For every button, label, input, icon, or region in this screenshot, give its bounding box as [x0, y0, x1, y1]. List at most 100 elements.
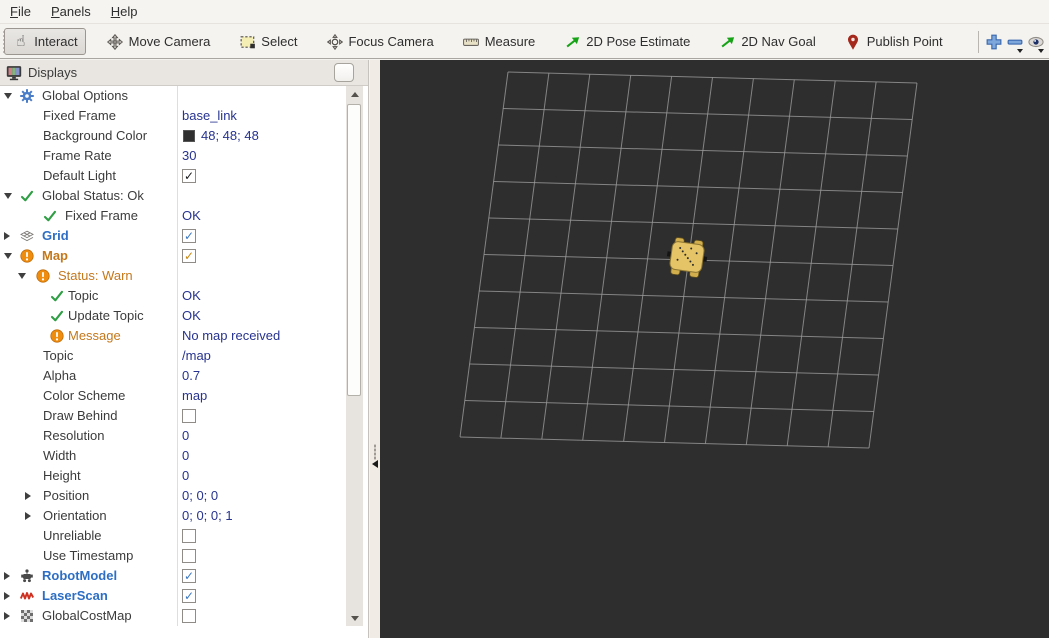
property-label: Grid	[42, 228, 69, 243]
property-value[interactable]: 30	[182, 148, 196, 163]
tree-row[interactable]: Background Color 48; 48; 48	[0, 126, 346, 146]
tree-row[interactable]: Fixed Frame base_link	[0, 106, 346, 126]
tree-row[interactable]: Grid ✓	[0, 226, 346, 246]
property-checkbox[interactable]: ✓	[182, 229, 196, 243]
chevron-down-icon	[1016, 48, 1023, 53]
plus-icon	[986, 33, 1003, 50]
tree-row[interactable]: Color Scheme map	[0, 386, 346, 406]
tree-row[interactable]: Resolution 0	[0, 426, 346, 446]
measure-button[interactable]: Measure	[455, 28, 544, 55]
property-value[interactable]: 0; 0; 0	[182, 488, 218, 503]
property-checkbox[interactable]	[182, 549, 196, 563]
tree-row[interactable]: Topic/map	[0, 346, 346, 366]
property-label: Global Options	[42, 88, 128, 103]
tree-row[interactable]: Update Topic OK	[0, 306, 346, 326]
tree-row[interactable]: RobotModel ✓	[0, 566, 346, 586]
expander-open-icon[interactable]	[4, 253, 12, 259]
property-checkbox[interactable]: ✓	[182, 589, 196, 603]
property-value[interactable]: 0.7	[182, 368, 200, 383]
tree-row[interactable]: Frame Rate 30	[0, 146, 346, 166]
add-tool-button[interactable]	[986, 29, 1003, 55]
tree-row[interactable]: Global Options	[0, 86, 346, 106]
property-value[interactable]: No map received	[182, 328, 280, 343]
tree-row[interactable]: Use Timestamp	[0, 546, 346, 566]
scroll-up-button[interactable]	[346, 86, 363, 102]
property-value[interactable]: OK	[182, 308, 201, 323]
property-checkbox[interactable]	[182, 409, 196, 423]
scrollbar-thumb[interactable]	[347, 104, 361, 396]
expander-closed-icon[interactable]	[4, 592, 10, 600]
menu-file[interactable]: File	[0, 2, 41, 21]
property-value[interactable]: 0; 0; 0; 1	[182, 508, 233, 523]
tree-row[interactable]: Global Status: Ok	[0, 186, 346, 206]
property-checkbox[interactable]: ✓	[182, 249, 196, 263]
expander-closed-icon[interactable]	[25, 512, 31, 520]
move-camera-button[interactable]: Move Camera	[99, 28, 219, 55]
nav-arrow-icon	[719, 33, 736, 50]
focus-camera-button[interactable]: Focus Camera	[318, 28, 441, 55]
property-label: Color Scheme	[43, 388, 126, 403]
expander-closed-icon[interactable]	[4, 572, 10, 580]
tree-row[interactable]: Orientation 0; 0; 0; 1	[0, 506, 346, 526]
property-checkbox[interactable]	[182, 529, 196, 543]
tree-row[interactable]: Map ✓	[0, 246, 346, 266]
tree-row[interactable]: Default Light ✓	[0, 166, 346, 186]
tree-row[interactable]: Topic OK	[0, 286, 346, 306]
collapse-left-icon[interactable]	[372, 460, 378, 468]
expander-closed-icon[interactable]	[4, 612, 10, 620]
tree-row[interactable]: GlobalCostMap	[0, 606, 346, 626]
expander-closed-icon[interactable]	[25, 492, 31, 500]
property-checkbox[interactable]: ✓	[182, 569, 196, 583]
property-label: GlobalCostMap	[42, 608, 132, 623]
tool-visibility-button[interactable]	[1028, 29, 1045, 55]
publish-point-button[interactable]: Publish Point	[837, 28, 951, 55]
property-value[interactable]: 0	[182, 448, 189, 463]
expander-open-icon[interactable]	[4, 93, 12, 99]
eye-icon	[1028, 33, 1045, 50]
tree-row[interactable]: Status: Warn	[0, 266, 346, 286]
pose-estimate-button[interactable]: 2D Pose Estimate	[556, 28, 698, 55]
property-value[interactable]: OK	[182, 208, 201, 223]
nav-goal-button[interactable]: 2D Nav Goal	[711, 28, 823, 55]
tree-row[interactable]: Unreliable	[0, 526, 346, 546]
scroll-down-button[interactable]	[346, 610, 363, 626]
select-button[interactable]: Select	[231, 28, 305, 55]
property-value[interactable]: OK	[182, 288, 201, 303]
expander-open-icon[interactable]	[18, 273, 26, 279]
tree-row[interactable]: Fixed Frame OK	[0, 206, 346, 226]
panel-float-button[interactable]	[334, 63, 354, 82]
property-value[interactable]: base_link	[182, 108, 237, 123]
property-value[interactable]: /map	[182, 348, 211, 363]
property-label: Fixed Frame	[43, 108, 116, 123]
expander-closed-icon[interactable]	[4, 232, 10, 240]
check-icon	[43, 209, 57, 223]
move-camera-label: Move Camera	[128, 34, 211, 49]
property-checkbox[interactable]: ✓	[182, 169, 196, 183]
menu-help[interactable]: Help	[101, 2, 148, 21]
property-value[interactable]: 0	[182, 428, 189, 443]
displays-panel-header[interactable]: Displays	[0, 60, 368, 86]
remove-tool-button[interactable]	[1007, 29, 1024, 55]
property-value[interactable]: 0	[182, 468, 189, 483]
menu-panels[interactable]: Panels	[41, 2, 101, 21]
property-checkbox[interactable]	[182, 609, 196, 623]
tree-row[interactable]: Draw Behind	[0, 406, 346, 426]
tree-row[interactable]: Height 0	[0, 466, 346, 486]
nav-goal-label: 2D Nav Goal	[741, 34, 816, 49]
tree-row[interactable]: Position 0; 0; 0	[0, 486, 346, 506]
tree-row[interactable]: Message No map received	[0, 326, 346, 346]
tree-row[interactable]: Alpha 0.7	[0, 366, 346, 386]
color-swatch[interactable]	[183, 130, 195, 142]
property-value[interactable]: map	[182, 388, 207, 403]
measure-icon	[463, 33, 480, 50]
tree-row[interactable]: LaserScan ✓	[0, 586, 346, 606]
tree-row[interactable]: Width 0	[0, 446, 346, 466]
property-label: Resolution	[43, 428, 105, 443]
expander-open-icon[interactable]	[4, 193, 12, 199]
tree-scrollbar[interactable]	[346, 86, 363, 626]
property-value[interactable]: 48; 48; 48	[201, 128, 259, 143]
property-label: Map	[42, 248, 68, 263]
panel-splitter[interactable]	[370, 60, 380, 638]
render-viewport[interactable]	[380, 60, 1049, 638]
interact-button[interactable]: ☝ Interact	[4, 28, 86, 55]
